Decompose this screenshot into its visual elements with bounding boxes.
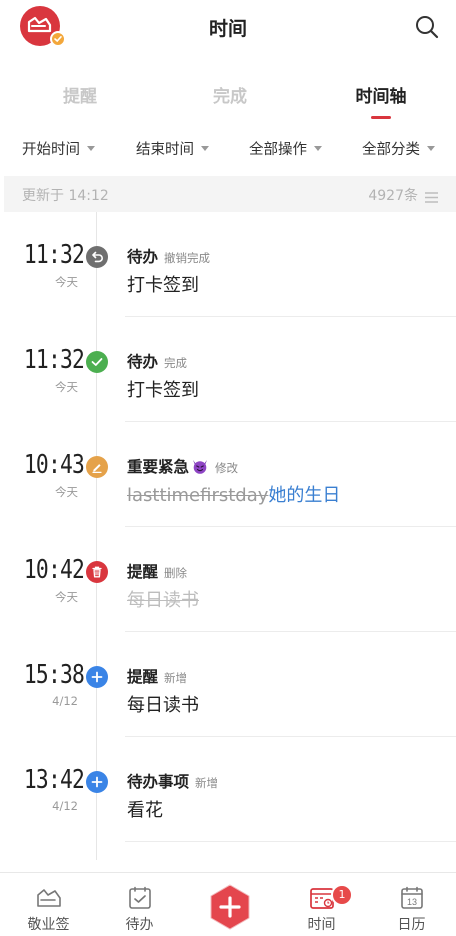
- entry-time: 13:42: [23, 765, 85, 795]
- search-icon[interactable]: [412, 12, 442, 42]
- filter-end-time[interactable]: 结束时间: [136, 138, 209, 159]
- list-menu-icon[interactable]: [425, 188, 438, 203]
- timeline-entry[interactable]: 11:32 今天 待办 完成 打卡签到: [0, 317, 456, 422]
- caret-down-icon: [201, 145, 209, 151]
- add-button[interactable]: [206, 883, 254, 931]
- filter-operation[interactable]: 全部操作: [249, 138, 322, 159]
- active-tab-indicator: [371, 116, 391, 119]
- entry-date: 今天: [55, 380, 78, 394]
- filter-start-time-label: 开始时间: [22, 142, 80, 158]
- timeline-entry[interactable]: 10:43 今天 重要紧急 修改 lasttimefirstday她的生日: [0, 422, 456, 527]
- nav-timeline-label: 时间: [307, 917, 336, 933]
- entry-operation: 删除: [164, 566, 188, 580]
- entry-content: lasttimefirstday她的生日: [127, 481, 340, 507]
- entry-content: 看花: [127, 800, 163, 821]
- notes-icon: [35, 886, 63, 910]
- record-count: 4927条: [368, 188, 418, 204]
- tab-timeline[interactable]: 时间轴: [305, 82, 456, 107]
- entry-category: 待办 撤销完成: [127, 245, 210, 267]
- entry-content: 打卡签到: [127, 275, 199, 296]
- update-status-bar: 更新于 14:12 4927条: [4, 176, 456, 212]
- entry-date: 今天: [55, 275, 78, 289]
- nav-notes-label: 敬业签: [27, 917, 70, 933]
- entry-category-label: 提醒: [127, 563, 159, 581]
- caret-down-icon: [427, 145, 435, 151]
- tab-completed[interactable]: 完成: [154, 82, 306, 107]
- entry-category: 提醒 删除: [127, 560, 187, 582]
- entry-operation: 修改: [215, 461, 239, 475]
- entry-category-label: 待办事项: [127, 773, 190, 791]
- filter-end-time-label: 结束时间: [136, 142, 194, 158]
- filter-operation-label: 全部操作: [249, 142, 307, 158]
- todo-check-icon: [126, 886, 154, 910]
- plus-icon: [86, 666, 108, 688]
- entry-category-label: 重要紧急: [127, 458, 190, 476]
- timeline-entry[interactable]: 11:32 今天 待办 撤销完成 打卡签到: [0, 212, 456, 317]
- divider: [125, 841, 456, 842]
- check-icon: [86, 351, 108, 373]
- entry-category-label: 待办: [127, 248, 159, 266]
- entry-new-content: 她的生日: [268, 485, 341, 506]
- entry-category: 待办事项 新增: [127, 770, 218, 792]
- timeline-entry[interactable]: 10:42 今天 提醒 删除 每日读书: [0, 527, 456, 632]
- timeline-entry[interactable]: 13:42 4/12 待办事项 新增 看花: [0, 737, 456, 842]
- entry-date: 4/12: [52, 694, 78, 708]
- filter-category[interactable]: 全部分类: [362, 138, 435, 159]
- entry-operation: 完成: [164, 356, 188, 370]
- entry-time: 10:42: [23, 555, 85, 585]
- trash-icon: [86, 561, 108, 583]
- nav-calendar-label: 日历: [397, 917, 426, 933]
- entry-time: 10:43: [23, 450, 85, 480]
- filter-bar: 开始时间 结束时间 全部操作 全部分类: [0, 138, 456, 162]
- entry-category: 重要紧急 修改: [127, 455, 238, 477]
- calendar-day: 13: [407, 897, 417, 907]
- notification-badge: 1: [331, 884, 353, 906]
- nav-calendar[interactable]: 13 日历: [366, 873, 456, 936]
- entry-date: 4/12: [52, 799, 78, 813]
- entry-date: 今天: [55, 590, 78, 604]
- entry-content: 打卡签到: [127, 380, 199, 401]
- entry-operation: 新增: [164, 671, 188, 685]
- entry-date: 今天: [55, 485, 78, 499]
- entry-content: 每日读书: [127, 695, 199, 716]
- nav-todo-label: 待办: [125, 917, 154, 933]
- nav-timeline[interactable]: 1 时间: [276, 873, 367, 936]
- nav-todo[interactable]: 待办: [94, 873, 185, 936]
- undo-icon: [86, 246, 108, 268]
- filter-start-time[interactable]: 开始时间: [22, 138, 95, 159]
- tab-reminders[interactable]: 提醒: [4, 82, 156, 107]
- entry-time: 11:32: [23, 240, 85, 270]
- caret-down-icon: [87, 145, 95, 151]
- nav-notes[interactable]: 敬业签: [3, 873, 94, 936]
- entry-category: 提醒 新增: [127, 665, 187, 687]
- caret-down-icon: [314, 145, 322, 151]
- entry-time: 15:38: [23, 660, 85, 690]
- filter-category-label: 全部分类: [362, 142, 420, 158]
- entry-category-label: 待办: [127, 353, 159, 371]
- devil-emoji-icon: [191, 458, 209, 474]
- entry-operation: 新增: [195, 776, 219, 790]
- tab-bar: 提醒 完成 时间轴: [0, 82, 456, 122]
- entry-category-label: 提醒: [127, 668, 159, 686]
- entry-old-content: lasttimefirstday: [127, 485, 269, 506]
- entry-category: 待办 完成: [127, 350, 187, 372]
- calendar-icon: 13: [398, 886, 426, 910]
- page-title: 时间: [208, 18, 247, 40]
- timeline-entry[interactable]: 15:38 4/12 提醒 新增 每日读书: [0, 632, 456, 737]
- entry-content: 每日读书: [127, 590, 199, 611]
- edit-icon: [86, 456, 108, 478]
- entry-time: 11:32: [23, 345, 85, 375]
- updated-time: 更新于 14:12: [22, 188, 109, 204]
- app-header: 时间: [0, 0, 456, 52]
- entry-operation: 撤销完成: [164, 251, 211, 265]
- plus-icon: [86, 771, 108, 793]
